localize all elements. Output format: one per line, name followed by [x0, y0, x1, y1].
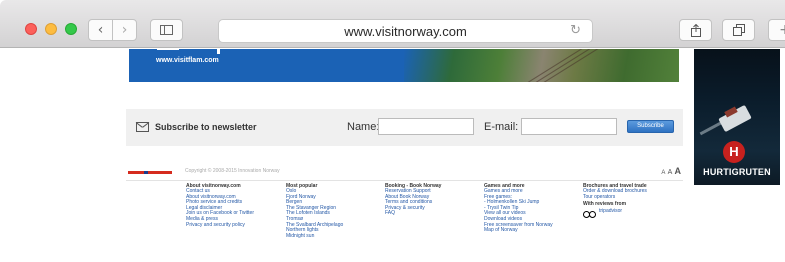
email-label: E-mail: — [484, 121, 519, 133]
newsletter-label: Subscribe to newsletter — [155, 122, 257, 132]
banner-logo-mark — [157, 49, 179, 50]
new-tab-button[interactable]: + — [768, 19, 785, 41]
reviews-label: With reviews from — [583, 201, 627, 208]
envelope-icon — [136, 122, 149, 132]
footer-column-about: About visitnorway.com Contact us About v… — [186, 183, 254, 228]
email-input[interactable] — [521, 118, 617, 135]
footer-link[interactable]: FAQ — [385, 211, 441, 217]
hurtigruten-ad[interactable]: H HURTIGRUTEN — [694, 49, 780, 185]
text-size-small[interactable]: A — [661, 170, 665, 176]
minimize-window-button[interactable] — [45, 23, 57, 35]
share-icon — [690, 23, 701, 37]
banner-logo-mark — [217, 49, 220, 54]
chevron-right-icon: › — [121, 22, 128, 38]
footer-link[interactable]: Tour operators — [583, 194, 647, 201]
footer-column-brochures: Brochures and travel trade Order & downl… — [583, 183, 647, 223]
sidebar-icon — [160, 25, 173, 35]
show-tabs-button[interactable] — [722, 19, 755, 41]
newsletter-bar: Subscribe to newsletter Name: E-mail: Su… — [126, 109, 683, 146]
browser-toolbar: ‹ › www.visitnorway.com ↻ + — [0, 0, 785, 48]
close-window-button[interactable] — [25, 23, 37, 35]
footer-link[interactable]: Privacy and security policy — [186, 222, 254, 229]
tabs-icon — [732, 24, 745, 36]
hurtigruten-emblem-icon: H — [723, 141, 745, 163]
tripadvisor-wordmark: tripadvisor — [599, 207, 623, 214]
footer-link[interactable]: Midnight sun — [286, 233, 343, 240]
reload-icon[interactable]: ↻ — [570, 23, 581, 38]
footer-link[interactable]: Map of Norway — [484, 228, 553, 234]
visitflam-banner[interactable]: www.visitflam.com — [129, 49, 679, 82]
address-bar[interactable]: www.visitnorway.com ↻ — [218, 19, 593, 43]
url-text: www.visitnorway.com — [344, 23, 467, 39]
plus-icon: + — [779, 22, 785, 38]
tripadvisor-owl-icon — [583, 210, 597, 219]
banner-url: www.visitflam.com — [156, 57, 219, 64]
railway-track — [535, 49, 591, 82]
footer-divider — [126, 180, 683, 181]
text-size-large[interactable]: A — [675, 166, 682, 176]
forward-button[interactable]: › — [112, 19, 137, 41]
chevron-left-icon: ‹ — [97, 22, 104, 38]
sidebar-toggle-button[interactable] — [150, 19, 183, 41]
footer-bar: Copyright © 2008-2015 Innovation Norway … — [126, 166, 683, 178]
web-page: www.visitflam.com H HURTIGRUTEN Subscrib… — [0, 49, 785, 262]
footer-column-popular: Most popular Oslo Fjord Norway Bergen Th… — [286, 183, 343, 239]
name-label: Name: — [347, 121, 380, 133]
zoom-window-button[interactable] — [65, 23, 77, 35]
copyright: Copyright © 2008-2015 Innovation Norway — [185, 168, 280, 174]
footer-column-games: Games and more Games and more Free games… — [484, 183, 553, 234]
name-input[interactable] — [378, 118, 474, 135]
tripadvisor-logo[interactable]: tripadvisor — [583, 207, 647, 223]
norway-flag-stripe — [128, 171, 144, 174]
railway-photo — [404, 49, 679, 82]
footer-column-booking: Booking - Book Norway Reservation Suppor… — [385, 183, 441, 217]
railway-track — [527, 49, 583, 82]
browser-window: ‹ › www.visitnorway.com ↻ + www.visitfla… — [0, 0, 785, 262]
ad-brand: HURTIGRUTEN — [703, 167, 771, 177]
text-size-controls: A A A — [661, 166, 681, 176]
text-size-medium[interactable]: A — [668, 169, 673, 176]
subscribe-button[interactable]: Subscribe — [627, 120, 674, 133]
norway-flag-stripe — [148, 171, 172, 174]
share-button[interactable] — [679, 19, 712, 41]
back-button[interactable]: ‹ — [88, 19, 113, 41]
